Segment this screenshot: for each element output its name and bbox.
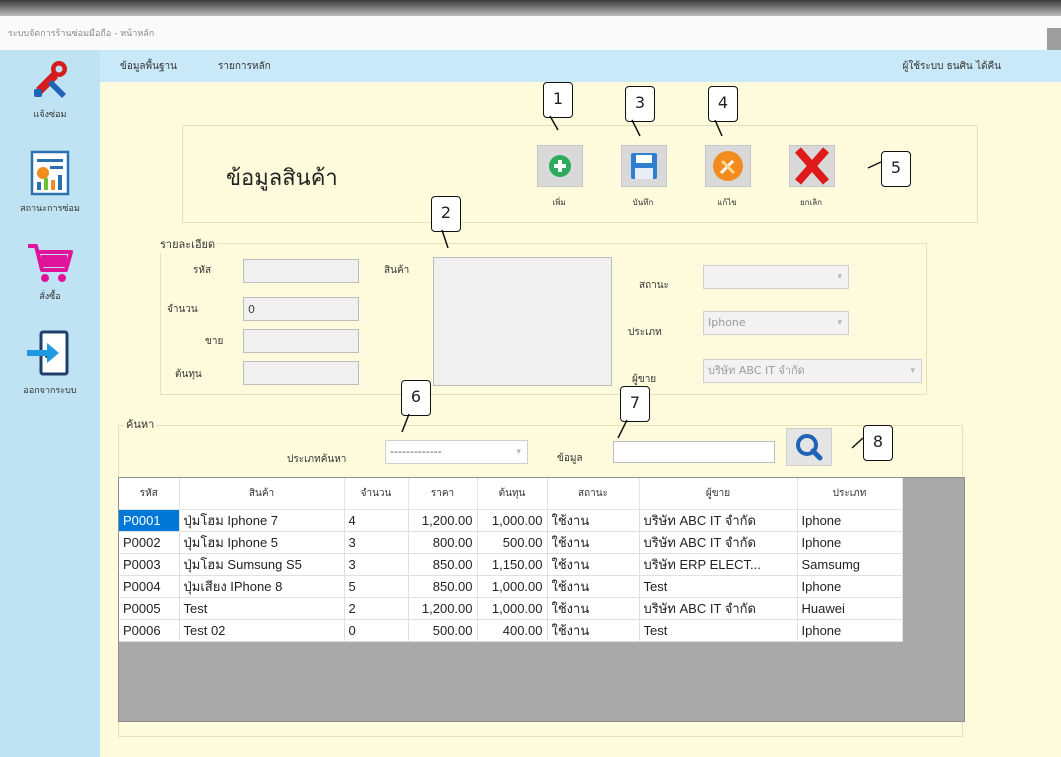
- sidebar-item-label: สั่งซื้อ: [39, 292, 61, 302]
- sidebar-item-purchase[interactable]: สั่งซื้อ: [0, 242, 100, 303]
- callout-pointers: [401, 115, 882, 449]
- report-chart-icon: [30, 150, 70, 196]
- repair-tools-icon: [34, 61, 67, 98]
- window-edge-control[interactable]: [1047, 28, 1061, 50]
- main-content: ข้อมูลพื้นฐาน รายการหลัก ผู้ใช้ระบบ ธนศิ…: [100, 50, 1061, 757]
- shopping-cart-icon: [28, 244, 73, 282]
- sidebar-item-repair-status[interactable]: สถานะการซ่อม: [0, 150, 100, 215]
- window-titlebar: ระบบจัดการร้านซ่อมมือถือ - หน้าหลัก: [0, 16, 1061, 51]
- sidebar-item-logout[interactable]: ออกจากระบบ: [0, 330, 100, 397]
- sidebar: แจ้งซ่อม สถานะการซ่อม สั่งซื้อ ออกจากระบ…: [0, 50, 100, 757]
- logout-door-icon: [27, 330, 69, 376]
- sidebar-item-label: สถานะการซ่อม: [20, 204, 80, 214]
- sidebar-item-label: แจ้งซ่อม: [33, 110, 67, 120]
- sidebar-item-label: ออกจากระบบ: [23, 386, 77, 396]
- screen-top-strip: [0, 0, 1061, 16]
- sidebar-item-repair[interactable]: แจ้งซ่อม: [0, 58, 100, 121]
- window-title: ระบบจัดการร้านซ่อมมือถือ - หน้าหลัก: [8, 29, 155, 39]
